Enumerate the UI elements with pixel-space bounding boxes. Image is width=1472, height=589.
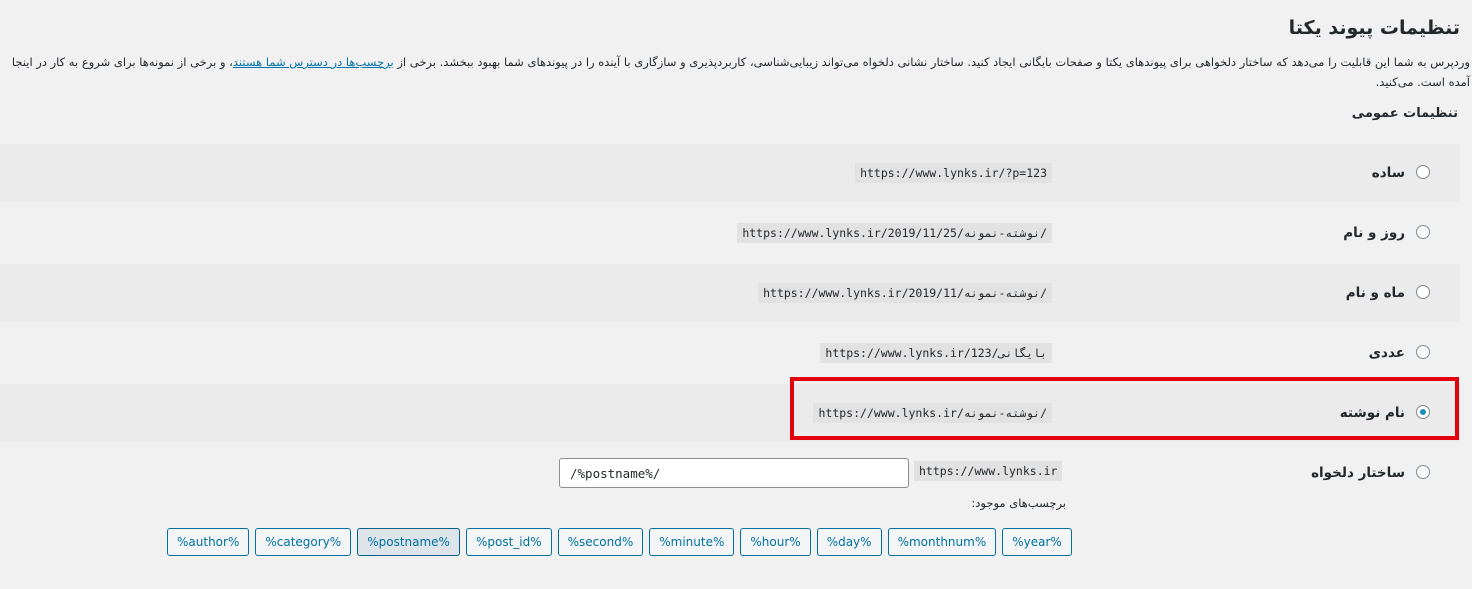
- example-url: https://www.lynks.ir/?p=123: [855, 163, 1052, 183]
- available-tags-label: برچسب‌های موجود:: [971, 496, 1066, 510]
- option-label: ساده: [1371, 165, 1405, 181]
- option-label: ساختار دلخواه: [1311, 465, 1405, 481]
- radio-custom[interactable]: [1416, 465, 1430, 479]
- option-label: نام نوشته: [1339, 405, 1405, 421]
- radio-numeric[interactable]: [1416, 345, 1430, 359]
- radio-day-name[interactable]: [1416, 225, 1430, 239]
- option-label: عددی: [1368, 345, 1405, 361]
- option-label: ماه و نام: [1345, 285, 1405, 301]
- tag-button-postname[interactable]: %postname%: [357, 528, 460, 556]
- example-url: https://www.lynks.ir/نوشته-نمونه/: [813, 403, 1052, 423]
- tag-button-second[interactable]: %second%: [557, 528, 644, 556]
- tag-button-author[interactable]: %author%: [167, 528, 250, 556]
- radio-month-name[interactable]: [1416, 285, 1430, 299]
- tag-button-year[interactable]: %year%: [1002, 528, 1072, 556]
- radio-post-name[interactable]: [1416, 405, 1430, 419]
- tag-button-monthnum[interactable]: %monthnum%: [887, 528, 997, 556]
- tag-button-post-id[interactable]: %post_id%: [465, 528, 552, 556]
- tag-button-minute[interactable]: %minute%: [649, 528, 735, 556]
- page-title: تنظیمات پیوند یکتا: [1288, 16, 1460, 39]
- description-text: وردپرس به شما این قابلیت را می‌دهد که سا…: [393, 55, 1470, 69]
- permalink-option-day-name[interactable]: روز و نام https://www.lynks.ir/2019/11/2…: [0, 204, 1460, 262]
- example-url: https://www.lynks.ir/2019/11/نوشته-نمونه…: [758, 283, 1052, 303]
- permalink-option-numeric[interactable]: عددی https://www.lynks.ir/بایگانی/123: [0, 324, 1460, 382]
- available-tags: %author% %category% %postname% %post_id%…: [167, 528, 1072, 556]
- example-url: https://www.lynks.ir/بایگانی/123: [820, 343, 1052, 363]
- page-description: وردپرس به شما این قابلیت را می‌دهد که سا…: [2, 52, 1470, 92]
- tag-button-day[interactable]: %day%: [816, 528, 882, 556]
- tag-button-category[interactable]: %category%: [255, 528, 352, 556]
- radio-plain[interactable]: [1416, 165, 1430, 179]
- option-label: روز و نام: [1343, 225, 1405, 241]
- tag-button-hour[interactable]: %hour%: [740, 528, 811, 556]
- permalink-option-post-name[interactable]: نام نوشته https://www.lynks.ir/نوشته-نمو…: [0, 384, 1460, 442]
- permalink-option-month-name[interactable]: ماه و نام https://www.lynks.ir/2019/11/ن…: [0, 264, 1460, 322]
- available-tags-link[interactable]: برچسب‌ها در دسترس شما هستند: [233, 55, 394, 69]
- custom-structure-input[interactable]: [559, 458, 909, 488]
- custom-structure-prefix: https://www.lynks.ir: [914, 461, 1063, 481]
- example-url: https://www.lynks.ir/2019/11/25/نوشته-نم…: [737, 223, 1052, 243]
- common-settings-heading: تنظیمات عمومی: [1351, 106, 1458, 121]
- permalink-option-plain[interactable]: ساده https://www.lynks.ir/?p=123: [0, 144, 1460, 202]
